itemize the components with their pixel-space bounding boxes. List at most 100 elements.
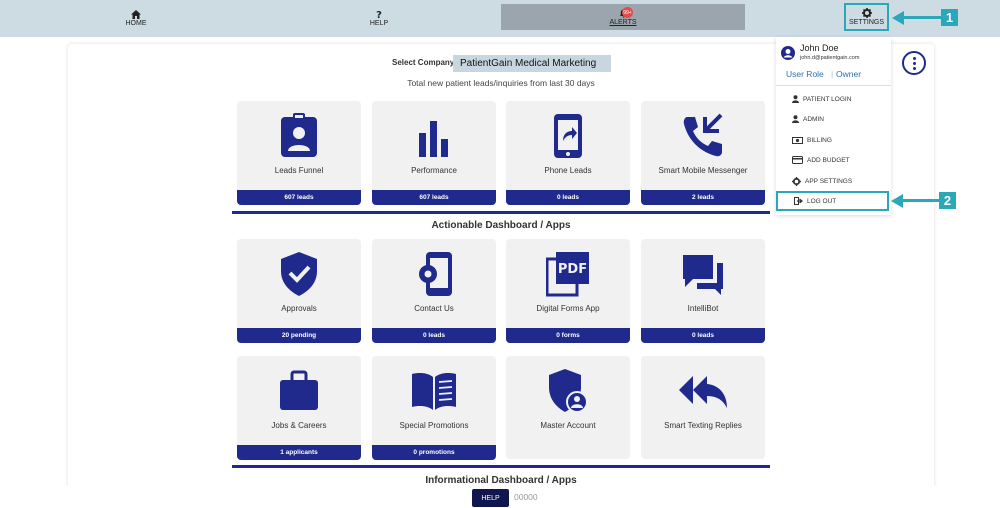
pdf-icon: PDF xyxy=(546,252,589,297)
nav-home[interactable]: HOME xyxy=(118,0,154,37)
reply-all-icon xyxy=(679,376,727,408)
tile-digital-forms-app[interactable]: PDF Digital Forms App 0 forms xyxy=(506,239,630,343)
user-icon xyxy=(792,115,799,123)
kebab-dot xyxy=(912,56,916,60)
menu-item-label: LOG OUT xyxy=(807,197,837,205)
home-icon xyxy=(131,10,141,19)
nav-settings-label: SETTINGS xyxy=(848,19,884,26)
tile-footer: 20 pending xyxy=(237,328,361,343)
mobile-gear-icon xyxy=(419,252,452,296)
user-name: John Doe xyxy=(800,43,839,53)
tile-jobs-careers[interactable]: Jobs & Careers 1 applicants xyxy=(237,356,361,460)
callout-number-2: 2 xyxy=(939,192,956,209)
section-divider xyxy=(232,465,770,468)
callout-arrow-2 xyxy=(902,199,939,202)
tile-smart-texting-replies[interactable]: Smart Texting Replies xyxy=(641,356,765,459)
nav-home-label: HOME xyxy=(125,20,147,27)
tile-performance[interactable]: Performance 607 leads xyxy=(372,101,496,205)
menu-item-billing[interactable]: BILLING xyxy=(776,132,891,148)
tile-master-account[interactable]: Master Account xyxy=(506,356,630,459)
tile-contact-us[interactable]: Contact Us 0 leads xyxy=(372,239,496,343)
help-button[interactable]: HELP xyxy=(472,489,509,507)
tile-approvals[interactable]: Approvals 20 pending xyxy=(237,239,361,343)
tile-label: IntelliBot xyxy=(687,304,719,313)
shield-check-icon xyxy=(281,252,317,296)
svg-text:?: ? xyxy=(376,10,382,19)
tile-intellibot[interactable]: IntelliBot 0 leads xyxy=(641,239,765,343)
user-email: john.d@patientgain.com xyxy=(800,55,860,61)
tile-footer: 607 leads xyxy=(372,190,496,205)
menu-item-label: APP SETTINGS xyxy=(805,177,853,185)
tile-footer: 0 leads xyxy=(506,190,630,205)
tile-label: Jobs & Careers xyxy=(271,421,327,430)
tile-footer: 607 leads xyxy=(237,190,361,205)
role-separator: | xyxy=(831,69,834,79)
user-role-value: Owner xyxy=(836,69,862,79)
tile-footer: 1 applicants xyxy=(237,445,361,460)
nav-help[interactable]: ? HELP xyxy=(362,0,396,37)
informational-section-title: Informational Dashboard / Apps xyxy=(425,475,577,486)
tile-label: Performance xyxy=(411,166,457,175)
nav-settings[interactable]: SETTINGS xyxy=(844,3,889,31)
gear-icon xyxy=(861,8,872,18)
alerts-badge: 99+ xyxy=(622,7,633,18)
avatar-icon xyxy=(781,46,795,60)
sign-out-icon xyxy=(794,197,803,205)
menu-item-add-budget[interactable]: ADD BUDGET xyxy=(776,152,891,168)
callout-number-1: 1 xyxy=(941,9,958,26)
menu-item-log-out[interactable]: LOG OUT xyxy=(776,191,889,211)
company-select[interactable]: PatientGain Medical Marketing xyxy=(453,55,611,72)
actionable-section-title: Actionable Dashboard / Apps xyxy=(431,220,571,231)
nav-alerts-label: ALERTS xyxy=(609,18,637,26)
question-icon: ? xyxy=(376,10,382,19)
kebab-dot xyxy=(912,61,916,65)
menu-item-label: ADD BUDGET xyxy=(807,156,850,164)
tile-label: Contact Us xyxy=(414,304,454,313)
tile-footer: 2 leads xyxy=(641,190,765,205)
callout-arrow-1 xyxy=(903,16,941,19)
tile-footer: 0 leads xyxy=(641,328,765,343)
id-badge-icon xyxy=(281,113,317,157)
phone-call-icon xyxy=(683,113,723,157)
user-icon xyxy=(792,95,799,103)
nav-help-label: HELP xyxy=(369,20,389,27)
select-company-label: Select Company xyxy=(392,58,455,67)
tile-label: Master Account xyxy=(540,421,596,430)
section-divider xyxy=(232,211,770,214)
top-nav: HOME ? HELP ALERTS SETTINGS xyxy=(0,0,1000,37)
menu-item-label: PATIENT LOGIN xyxy=(803,95,852,103)
chat-bubbles-icon xyxy=(683,255,723,295)
menu-item-admin[interactable]: ADMIN xyxy=(776,111,891,127)
tile-smart-mobile-messenger[interactable]: Smart Mobile Messenger 2 leads xyxy=(641,101,765,205)
menu-item-app-settings[interactable]: APP SETTINGS xyxy=(776,173,891,189)
tile-label: Approvals xyxy=(281,304,317,313)
tile-special-promotions[interactable]: Special Promotions 0 promotions xyxy=(372,356,496,460)
tile-footer: 0 leads xyxy=(372,328,496,343)
tile-leads-funnel[interactable]: Leads Funnel 607 leads xyxy=(237,101,361,205)
user-menu-dropdown: John Doe john.d@patientgain.com User Rol… xyxy=(776,37,891,215)
gear-icon xyxy=(792,176,801,186)
menu-item-patient-login[interactable]: PATIENT LOGIN xyxy=(776,91,891,107)
counter-value: 00000 xyxy=(514,492,538,502)
menu-item-label: BILLING xyxy=(807,136,832,144)
user-role-label: User Role xyxy=(786,69,824,79)
tile-label: Leads Funnel xyxy=(274,166,324,175)
bar-chart-icon xyxy=(419,121,448,157)
money-icon xyxy=(792,136,803,144)
tile-phone-leads[interactable]: Phone Leads 0 leads xyxy=(506,101,630,205)
menu-item-label: ADMIN xyxy=(803,115,824,123)
kebab-dot xyxy=(912,66,916,70)
tile-label: Special Promotions xyxy=(399,421,469,430)
tile-label: Smart Texting Replies xyxy=(664,421,742,430)
svg-text:PDF: PDF xyxy=(558,262,587,277)
company-select-value: PatientGain Medical Marketing xyxy=(460,58,597,69)
shield-user-icon xyxy=(549,369,588,413)
more-options-button[interactable] xyxy=(902,51,926,75)
tile-label: Smart Mobile Messenger xyxy=(658,166,748,175)
phone-share-icon xyxy=(554,114,582,158)
briefcase-icon xyxy=(280,370,318,410)
leads-subtitle: Total new patient leads/inquiries from l… xyxy=(407,78,595,88)
user-menu-header: John Doe john.d@patientgain.com User Rol… xyxy=(776,37,891,86)
tile-label: Digital Forms App xyxy=(536,304,600,313)
tile-footer: 0 forms xyxy=(506,328,630,343)
